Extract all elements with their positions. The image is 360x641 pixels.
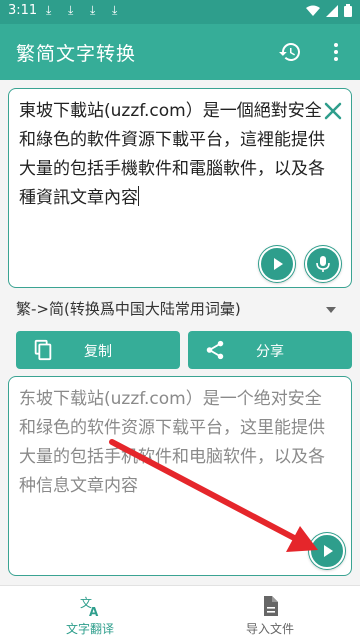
wifi-icon (306, 5, 320, 16)
input-text: 東坡下載站(uzzf.com）是一個絕對安全和綠色的軟件資源下載平台，這裡能提供… (19, 101, 325, 208)
signal-icon (326, 4, 338, 17)
history-icon[interactable] (278, 40, 302, 64)
download-icon: ⤓ (68, 3, 74, 17)
voice-input-button[interactable] (305, 246, 341, 282)
speak-output-button[interactable] (309, 533, 345, 569)
copy-button[interactable]: 复制 (16, 331, 180, 369)
download-icon: ⤓ (90, 3, 96, 17)
conversion-mode-label: 繁->简(转换爲中国大陆常用词彙) (16, 300, 241, 318)
bottom-nav: 文 A 文字翻译 导入文件 (0, 585, 360, 641)
translate-icon: 文 A (80, 595, 99, 618)
nav-import-file[interactable]: 导入文件 (180, 586, 360, 641)
conversion-mode-select[interactable]: 繁->简(转换爲中国大陆常用词彙) (16, 298, 340, 324)
download-icon: ⤓ (46, 3, 52, 17)
mic-icon (316, 256, 330, 272)
close-icon[interactable] (321, 99, 345, 123)
more-vert-icon[interactable] (324, 40, 348, 64)
status-time: 3:11 (8, 3, 38, 18)
svg-text:A: A (89, 605, 99, 618)
app-title: 繁简文字转换 (16, 43, 137, 65)
nav-label: 文字翻译 (65, 622, 114, 636)
nav-text-translate[interactable]: 文 A 文字翻译 (0, 586, 180, 641)
play-icon (274, 258, 283, 270)
app-bar: 繁简文字转换 (0, 24, 360, 80)
file-icon (264, 596, 278, 616)
nav-label: 导入文件 (245, 622, 294, 636)
speak-input-button[interactable] (259, 246, 295, 282)
battery-icon (344, 4, 352, 17)
play-icon (324, 545, 333, 557)
copy-label: 复制 (84, 344, 112, 360)
status-bar: 3:11 ⤓ ⤓ ⤓ ⤓ (0, 0, 360, 24)
input-card: 東坡下載站(uzzf.com）是一個絕對安全和綠色的軟件資源下載平台，這裡能提供… (8, 88, 352, 288)
dropdown-arrow-icon (326, 307, 336, 313)
share-button[interactable]: 分享 (188, 331, 352, 369)
input-text-field[interactable]: 東坡下載站(uzzf.com）是一個絕對安全和綠色的軟件資源下載平台，這裡能提供… (19, 97, 337, 213)
download-icon: ⤓ (112, 3, 118, 17)
text-cursor (138, 186, 139, 206)
share-label: 分享 (256, 344, 284, 360)
output-card: 东坡下载站(uzzf.com）是一个绝对安全和绿色的软件资源下载平台，这里能提供… (8, 376, 352, 576)
output-text: 东坡下载站(uzzf.com）是一个绝对安全和绿色的软件资源下载平台，这里能提供… (19, 389, 325, 496)
